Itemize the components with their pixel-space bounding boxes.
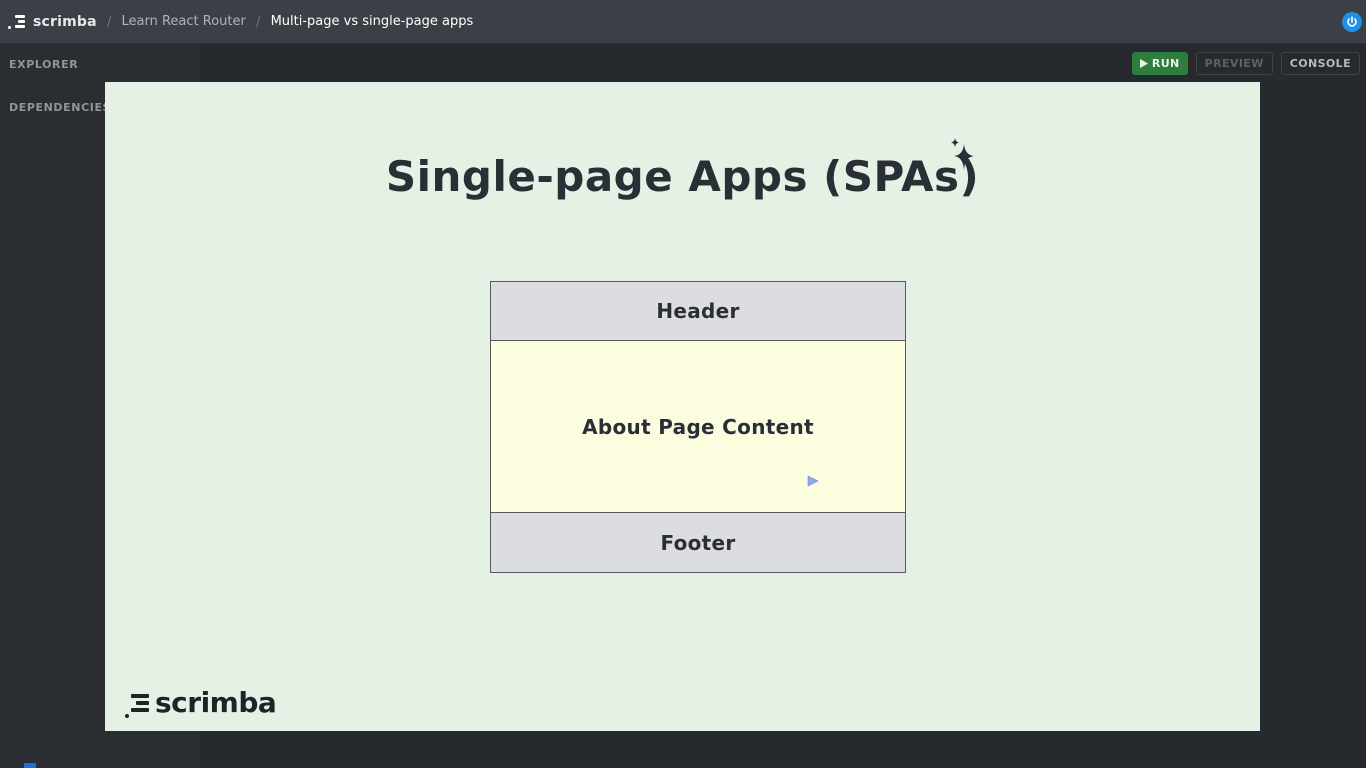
breadcrumb-separator: /: [106, 13, 112, 30]
sparkle-icon: [951, 138, 974, 170]
run-button[interactable]: RUN: [1131, 52, 1188, 75]
scrimba-mark-icon: [131, 693, 149, 712]
diagram-footer-block: Footer: [491, 513, 905, 572]
preview-button[interactable]: PREVIEW: [1195, 52, 1273, 75]
power-icon: [1347, 16, 1357, 27]
slide-logo-text: scrimba: [155, 686, 277, 719]
logo-dot-icon: [8, 25, 11, 29]
cursor-icon: [807, 475, 819, 487]
spa-layout-diagram: Header About Page Content Footer: [490, 281, 906, 573]
top-bar: scrimba / Learn React Router / Multi-pag…: [0, 0, 1366, 44]
run-button-label: RUN: [1151, 57, 1180, 70]
scrimba-mark-icon: [15, 15, 25, 28]
breadcrumb-course[interactable]: Learn React Router: [122, 14, 246, 29]
diagram-content-block: About Page Content: [491, 341, 905, 513]
console-button[interactable]: CONSOLE: [1280, 52, 1360, 75]
brand-name: scrimba: [33, 13, 97, 30]
slide: Single-page Apps (SPAs) Header About Pag…: [105, 82, 1260, 731]
logo-dot-icon: [125, 714, 129, 718]
scrimba-logo[interactable]: scrimba: [8, 14, 97, 30]
slide-scrimba-logo: scrimba: [125, 686, 277, 719]
status-indicator: [24, 763, 36, 768]
play-icon: [1139, 59, 1148, 68]
breadcrumb-separator: /: [255, 13, 261, 30]
breadcrumb-lesson: Multi-page vs single-page apps: [270, 14, 474, 29]
power-button[interactable]: [1342, 12, 1362, 32]
sidebar-item-dependencies[interactable]: DEPENDENCIES: [9, 101, 111, 114]
diagram-header-block: Header: [491, 282, 905, 341]
slide-title: Single-page Apps (SPAs): [385, 152, 980, 201]
editor-toolbar: RUN PREVIEW CONSOLE: [1131, 52, 1360, 75]
sidebar-item-explorer[interactable]: EXPLORER: [9, 58, 78, 71]
